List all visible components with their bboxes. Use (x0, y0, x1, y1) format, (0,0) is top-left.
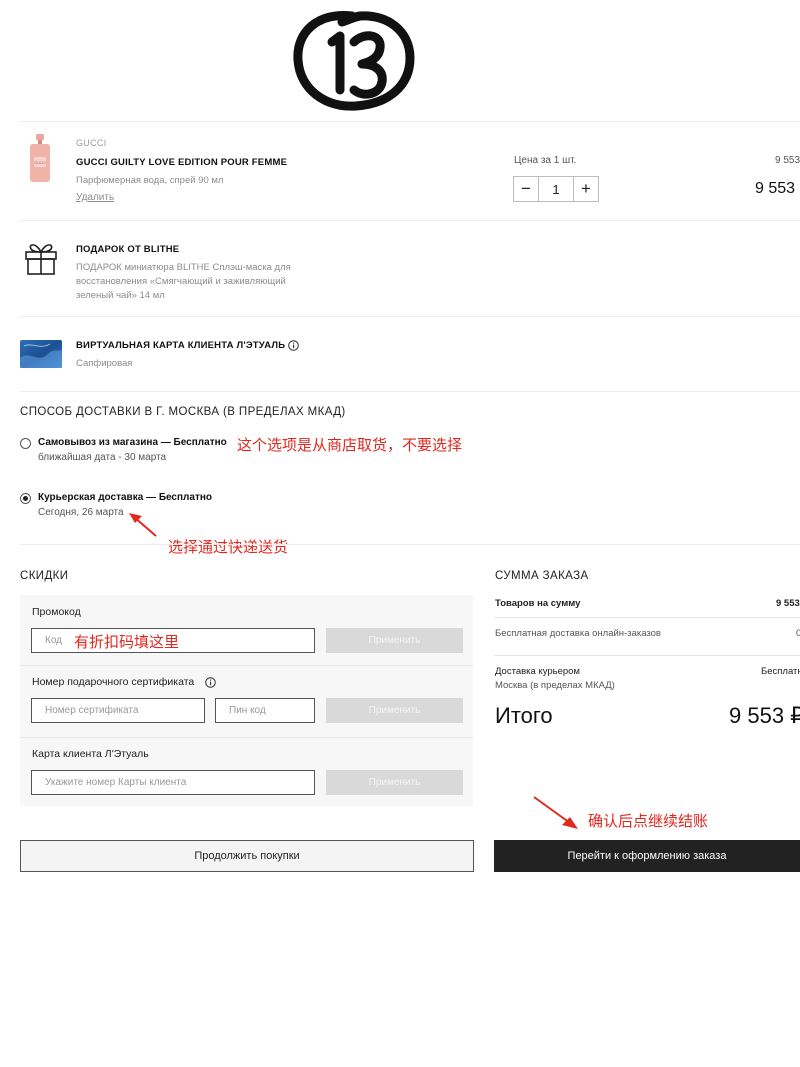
grand-total-value: 9 553 ₽ (729, 703, 800, 728)
gift-description-line-3: зеленый чай» 14 мл (76, 290, 165, 301)
divider (20, 665, 473, 666)
divider (20, 220, 800, 221)
divider (20, 316, 800, 317)
red-arrow-icon (129, 513, 157, 537)
divider (494, 655, 800, 656)
info-icon[interactable] (205, 677, 216, 688)
free-delivery-label: Бесплатная доставка онлайн-заказов (495, 628, 661, 639)
courier-option-date: Сегодня, 26 марта (38, 507, 124, 518)
courier-radio[interactable] (20, 493, 31, 504)
quantity-value[interactable]: 1 (538, 177, 574, 201)
goods-total-label: Товаров на сумму (495, 598, 581, 609)
divider (20, 737, 473, 738)
loyalty-card-input[interactable]: Укажите номер Карты клиента (31, 770, 315, 795)
decrease-quantity-button[interactable]: − (514, 177, 538, 201)
perfume-bottle-image: GUCCI (30, 134, 50, 182)
gift-name: ПОДАРОК ОТ BLITHE (76, 244, 180, 255)
info-icon[interactable] (288, 340, 299, 351)
promo-annotation: 有折扣码填这里 (74, 633, 180, 651)
pickup-option-title[interactable]: Самовывоз из магазина — Бесплатно (38, 437, 227, 448)
unit-price: 9 553 (775, 155, 800, 166)
loyalty-card-image (20, 340, 62, 368)
courier-option-title[interactable]: Курьерская доставка — Бесплатно (38, 492, 212, 503)
loyalty-card-placeholder: Укажите номер Карты клиента (45, 777, 187, 788)
increase-quantity-button[interactable]: + (574, 177, 598, 201)
certificate-number-input[interactable]: Номер сертификата (31, 698, 205, 723)
certificate-number-placeholder: Номер сертификата (45, 705, 139, 716)
promo-apply-button[interactable]: Применить (326, 628, 463, 653)
divider (20, 391, 800, 392)
gift-certificate-label: Номер подарочного сертификата (32, 676, 195, 688)
promo-label: Промокод (32, 606, 81, 618)
promo-code-placeholder: Код (45, 635, 63, 646)
delivery-section-title: СПОСОБ ДОСТАВКИ В Г. МОСКВА (В ПРЕДЕЛАХ … (20, 406, 346, 418)
goods-total-value: 9 553 (776, 598, 800, 609)
divider (20, 544, 800, 545)
product-total-price: 9 553 (755, 180, 796, 197)
courier-annotation: 选择通过快递送货 (168, 538, 289, 556)
grand-total-label: Итого (495, 703, 553, 728)
pickup-annotation: 这个选项是从商店取货，不要选择 (237, 436, 463, 454)
gift-description-line-1: ПОДАРОК миниатюра BLITHE Сплэш-маска для (76, 262, 291, 273)
loyalty-card-label: Карта клиента Л'Этуаль (32, 748, 149, 760)
courier-delivery-value: Бесплатно (761, 666, 800, 677)
product-brand: GUCCI (76, 138, 107, 148)
certificate-apply-button[interactable]: Применить (326, 698, 463, 723)
product-name[interactable]: GUCCI GUILTY LOVE EDITION POUR FEMME (76, 157, 287, 168)
checkout-annotation: 确认后点继续结账 (588, 812, 709, 830)
pin-code-placeholder: Пин код (229, 705, 266, 716)
continue-shopping-button[interactable]: Продолжить покупки (20, 840, 474, 872)
unit-price-label: Цена за 1 шт. (514, 155, 577, 166)
gift-description-line-2: восстановления «Смягчающий и заживляющий (76, 276, 286, 287)
gift-icon (25, 244, 57, 275)
pickup-option-date: ближайшая дата - 30 марта (38, 452, 167, 463)
courier-delivery-label: Доставка курьером (495, 666, 580, 677)
divider (20, 121, 800, 122)
pin-code-input[interactable]: Пин код (215, 698, 315, 723)
order-summary-title: СУММА ЗАКАЗА (495, 570, 589, 582)
step-number-marker (293, 11, 415, 111)
product-description: Парфюмерная вода, спрей 90 мл (76, 175, 224, 186)
divider (494, 617, 800, 618)
loyalty-card-name: ВИРТУАЛЬНАЯ КАРТА КЛИЕНТА Л'ЭТУАЛЬ (76, 340, 286, 351)
red-arrow-icon (533, 796, 578, 829)
svg-text:GUCCI: GUCCI (34, 161, 45, 165)
quantity-stepper: − 1 + (513, 176, 599, 202)
discounts-title: СКИДКИ (20, 570, 69, 582)
pickup-radio[interactable] (20, 438, 31, 449)
remove-link[interactable]: Удалить (76, 192, 114, 203)
proceed-to-checkout-button[interactable]: Перейти к оформлению заказа (494, 840, 800, 872)
loyalty-card-type: Сапфировая (76, 358, 133, 369)
courier-delivery-area: Москва (в пределах МКАД) (495, 680, 615, 691)
free-delivery-value: 0 (796, 628, 800, 639)
loyalty-apply-button[interactable]: Применить (326, 770, 463, 795)
